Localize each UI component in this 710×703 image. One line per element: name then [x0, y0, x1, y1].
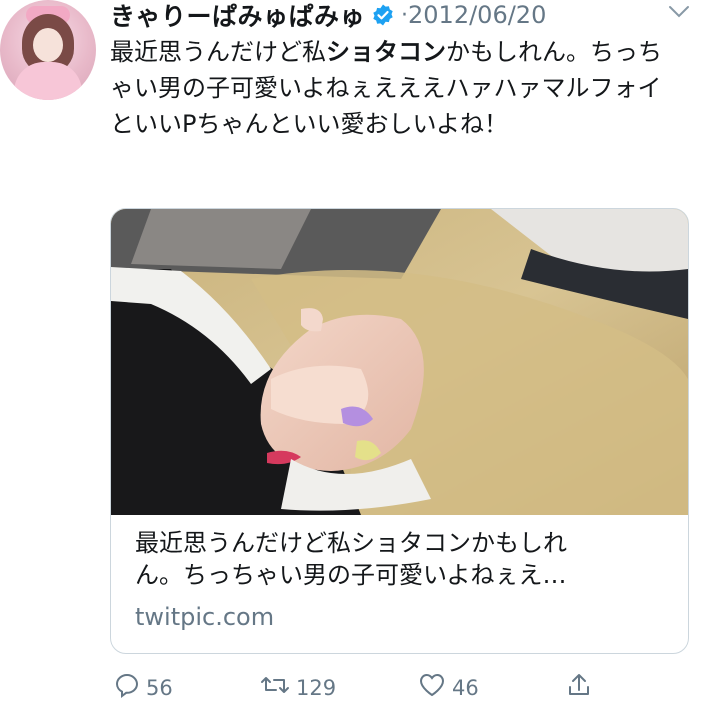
verified-badge-icon: [371, 3, 395, 27]
avatar-face: [33, 28, 63, 62]
card-title-line2: ん。ちっちゃい男の子可愛いよねぇえ…: [135, 561, 567, 589]
heart-icon: [418, 672, 446, 703]
share-button[interactable]: [566, 672, 592, 703]
retweet-count: 129: [296, 675, 337, 700]
action-bar: 56 129 46: [110, 672, 670, 700]
retweet-button[interactable]: 129: [260, 672, 336, 703]
tweet-header: きゃりーぱみゅぱみゅ · 2012/06/20: [110, 0, 546, 33]
share-icon: [566, 672, 592, 703]
chevron-down-icon[interactable]: [668, 4, 690, 18]
retweet-icon: [260, 672, 290, 703]
author-name[interactable]: きゃりーぱみゅぱみゅ: [110, 0, 365, 33]
card-title-line1: 最近思うんだけど私ショタコンかもしれ: [135, 529, 567, 557]
like-button[interactable]: 46: [418, 672, 479, 703]
reply-count: 56: [146, 675, 173, 700]
tweet-text-before: 最近思うんだけど私: [110, 38, 326, 66]
card-domain[interactable]: twitpic.com: [135, 603, 274, 631]
tweet-text: 最近思うんだけど私ショタコンかもしれん。ちっちゃい男の子可愛いよねぇえええハァハ…: [110, 34, 685, 142]
reply-button[interactable]: 56: [114, 672, 173, 703]
avatar[interactable]: [0, 0, 96, 100]
avatar-dress: [14, 62, 82, 100]
like-count: 46: [452, 675, 479, 700]
card-photo[interactable]: [111, 209, 688, 515]
tweet-text-bold: ショタコン: [326, 38, 446, 66]
tweet-date[interactable]: 2012/06/20: [408, 1, 546, 29]
reply-icon: [114, 672, 140, 703]
header-separator: ·: [401, 2, 409, 28]
card-title[interactable]: 最近思うんだけど私ショタコンかもしれ ん。ちっちゃい男の子可愛いよねぇえ…: [135, 527, 675, 591]
link-card[interactable]: 最近思うんだけど私ショタコンかもしれ ん。ちっちゃい男の子可愛いよねぇえ… tw…: [110, 208, 689, 654]
